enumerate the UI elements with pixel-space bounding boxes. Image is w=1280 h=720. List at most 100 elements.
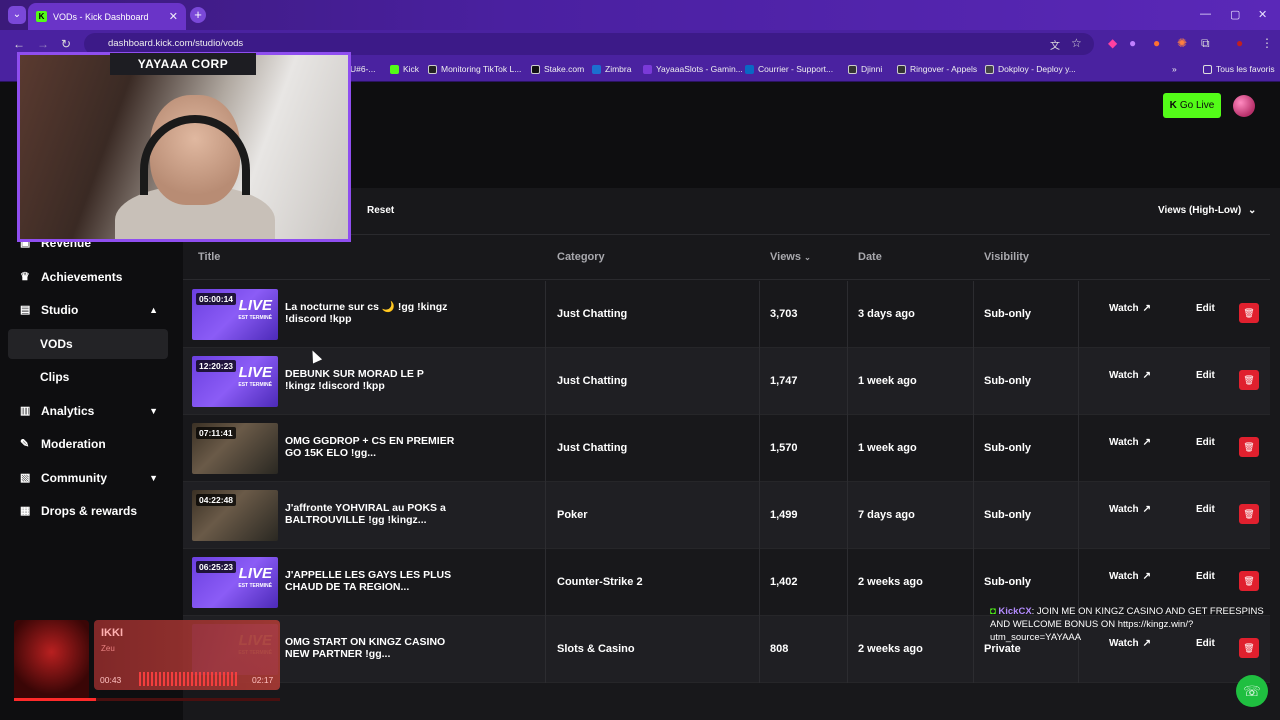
- table-row[interactable]: LIVE EST TERMINÉ 12:20:23 DEBUNK SUR MORAD …: [183, 348, 1270, 415]
- browser-tab[interactable]: K VODs - Kick Dashboard ✕: [28, 3, 186, 30]
- extension-icon[interactable]: ●: [1129, 36, 1136, 50]
- sort-select[interactable]: Views (High-Low) ⌄: [1158, 205, 1256, 216]
- bookmark[interactable]: U#6-...: [350, 64, 376, 74]
- column-divider: [545, 415, 546, 482]
- table-row[interactable]: 04:22:48 J'affronte YOHVIRAL au POKS a BA…: [183, 482, 1270, 549]
- trash-icon: 🗑: [1243, 308, 1255, 318]
- delete-button[interactable]: 🗑: [1239, 370, 1259, 390]
- edit-button[interactable]: Edit: [1196, 571, 1215, 582]
- wrench-icon: ✎: [20, 438, 30, 450]
- vod-duration: 05:00:14: [196, 293, 237, 305]
- column-header-views[interactable]: Views ⌄: [770, 251, 811, 263]
- column-header-date[interactable]: Date: [858, 251, 882, 263]
- sidebar-item-community[interactable]: ▧ Community ▼: [8, 463, 168, 493]
- watch-button[interactable]: Watch ↗: [1109, 437, 1151, 448]
- bookmark[interactable]: Stake.com: [531, 64, 584, 74]
- vod-thumbnail[interactable]: LIVE EST TERMINÉ 05:00:14: [192, 289, 278, 340]
- vod-thumbnail[interactable]: LIVE EST TERMINÉ 12:20:23: [192, 356, 278, 407]
- edit-button[interactable]: Edit: [1196, 370, 1215, 381]
- vod-views: 1,747: [770, 375, 798, 387]
- vod-thumbnail[interactable]: 07:11:41: [192, 423, 278, 474]
- kick-favicon-icon: K: [36, 11, 47, 22]
- reload-icon[interactable]: ↻: [61, 37, 71, 51]
- browser-tab-bar: ⌄ K VODs - Kick Dashboard ✕ + — ▢ ✕: [0, 0, 1280, 30]
- bookmark-star-icon[interactable]: ☆: [1071, 36, 1082, 50]
- watch-label: Watch: [1109, 437, 1139, 448]
- translate-icon[interactable]: 文: [1050, 37, 1060, 52]
- sidebar-item-studio[interactable]: ▤ Studio ▲: [8, 295, 168, 325]
- sidebar-item-achievements[interactable]: ♛ Achievements: [8, 262, 168, 292]
- chat-text: : JOIN ME ON KINGZ CASINO AND GET FREESP…: [990, 606, 1264, 643]
- vod-thumbnail[interactable]: LIVE EST TERMINÉ 06:25:23: [192, 557, 278, 608]
- bookmark[interactable]: Ringover - Appels: [897, 64, 977, 74]
- back-icon[interactable]: ←: [13, 37, 25, 51]
- sort-chevron-icon: ⌄: [804, 253, 811, 262]
- delete-button[interactable]: 🗑: [1239, 303, 1259, 323]
- column-header-visibility[interactable]: Visibility: [984, 251, 1029, 263]
- trophy-icon: ♛: [20, 271, 30, 283]
- bookmark[interactable]: Djinni: [848, 64, 882, 74]
- reset-button[interactable]: Reset: [367, 205, 394, 216]
- sidebar-item-vods[interactable]: VODs: [8, 329, 168, 359]
- song-progress-bar: [14, 698, 280, 701]
- bookmark[interactable]: Zimbra: [592, 64, 631, 74]
- bookmark[interactable]: Kick: [390, 64, 419, 74]
- trash-icon: 🗑: [1243, 375, 1255, 385]
- extension-icon[interactable]: ●: [1153, 36, 1160, 50]
- watch-button[interactable]: Watch ↗: [1109, 370, 1151, 381]
- song-artist: Zeu: [101, 644, 115, 653]
- column-divider: [1078, 348, 1079, 415]
- table-row[interactable]: 07:11:41 OMG GGDROP + CS EN PREMIER GO 15…: [183, 415, 1270, 482]
- maximize-icon[interactable]: ▢: [1230, 8, 1240, 21]
- column-header-title[interactable]: Title: [198, 251, 220, 263]
- vod-duration: 06:25:23: [196, 561, 237, 573]
- tab-search-icon[interactable]: ⌄: [8, 6, 26, 24]
- delete-button[interactable]: 🗑: [1239, 437, 1259, 457]
- edit-button[interactable]: Edit: [1196, 437, 1215, 448]
- bookmark[interactable]: Dokploy - Deploy y...: [985, 64, 1076, 74]
- column-divider: [759, 549, 760, 616]
- close-tab-icon[interactable]: ✕: [169, 10, 178, 23]
- watch-button[interactable]: Watch ↗: [1109, 303, 1151, 314]
- bookmark[interactable]: Monitoring TikTok L...: [428, 64, 521, 74]
- vod-title: J'APPELLE LES GAYS LES PLUS CHAUD DE TA …: [285, 569, 452, 593]
- vod-visibility: Sub-only: [984, 576, 1032, 588]
- thumb-ended-text: EST TERMINÉ: [238, 583, 272, 589]
- extension-icon[interactable]: ◆: [1108, 36, 1117, 50]
- thumb-live-text: LIVE: [238, 297, 272, 314]
- watch-label: Watch: [1109, 504, 1139, 515]
- kick-logo-icon: K: [1169, 100, 1177, 111]
- vod-thumbnail[interactable]: 04:22:48: [192, 490, 278, 541]
- vod-views: 3,703: [770, 308, 798, 320]
- profile-icon[interactable]: ●: [1236, 36, 1243, 50]
- minimize-icon[interactable]: —: [1200, 8, 1211, 20]
- browser-menu-icon[interactable]: ⋮: [1261, 36, 1273, 50]
- bookmark[interactable]: YayaaaSlots - Gamin...: [643, 64, 743, 74]
- new-tab-icon[interactable]: +: [190, 7, 206, 23]
- sidebar-item-analytics[interactable]: ▥ Analytics ▼: [8, 396, 168, 426]
- watch-button[interactable]: Watch ↗: [1109, 571, 1151, 582]
- all-bookmarks-folder[interactable]: Tous les favoris: [1203, 64, 1275, 74]
- extension-icon[interactable]: ✺: [1177, 36, 1187, 50]
- bookmark[interactable]: Courrier - Support...: [745, 64, 833, 74]
- delete-button[interactable]: 🗑: [1239, 571, 1259, 591]
- extensions-puzzle-icon[interactable]: ⧉: [1201, 36, 1210, 51]
- table-row[interactable]: LIVE EST TERMINÉ 05:00:14 La nocturne sur c…: [183, 281, 1270, 348]
- go-live-button[interactable]: K Go Live: [1163, 93, 1221, 118]
- sidebar-item-clips[interactable]: Clips: [8, 362, 168, 392]
- edit-button[interactable]: Edit: [1196, 504, 1215, 515]
- more-bookmarks-icon[interactable]: »: [1172, 64, 1177, 74]
- delete-button[interactable]: 🗑: [1239, 504, 1259, 524]
- support-chat-icon[interactable]: ☏: [1236, 675, 1268, 707]
- vod-category: Just Chatting: [557, 308, 628, 320]
- avatar[interactable]: [1233, 95, 1255, 117]
- forward-icon[interactable]: →: [37, 37, 49, 51]
- column-header-category[interactable]: Category: [557, 251, 605, 263]
- sidebar-item-moderation[interactable]: ✎ Moderation: [8, 429, 168, 459]
- close-window-icon[interactable]: ✕: [1258, 8, 1267, 21]
- sidebar-item-drops-rewards[interactable]: ▦ Drops & rewards: [8, 496, 168, 526]
- edit-button[interactable]: Edit: [1196, 303, 1215, 314]
- chevron-down-icon: ▼: [149, 406, 158, 416]
- column-divider: [1078, 415, 1079, 482]
- watch-button[interactable]: Watch ↗: [1109, 504, 1151, 515]
